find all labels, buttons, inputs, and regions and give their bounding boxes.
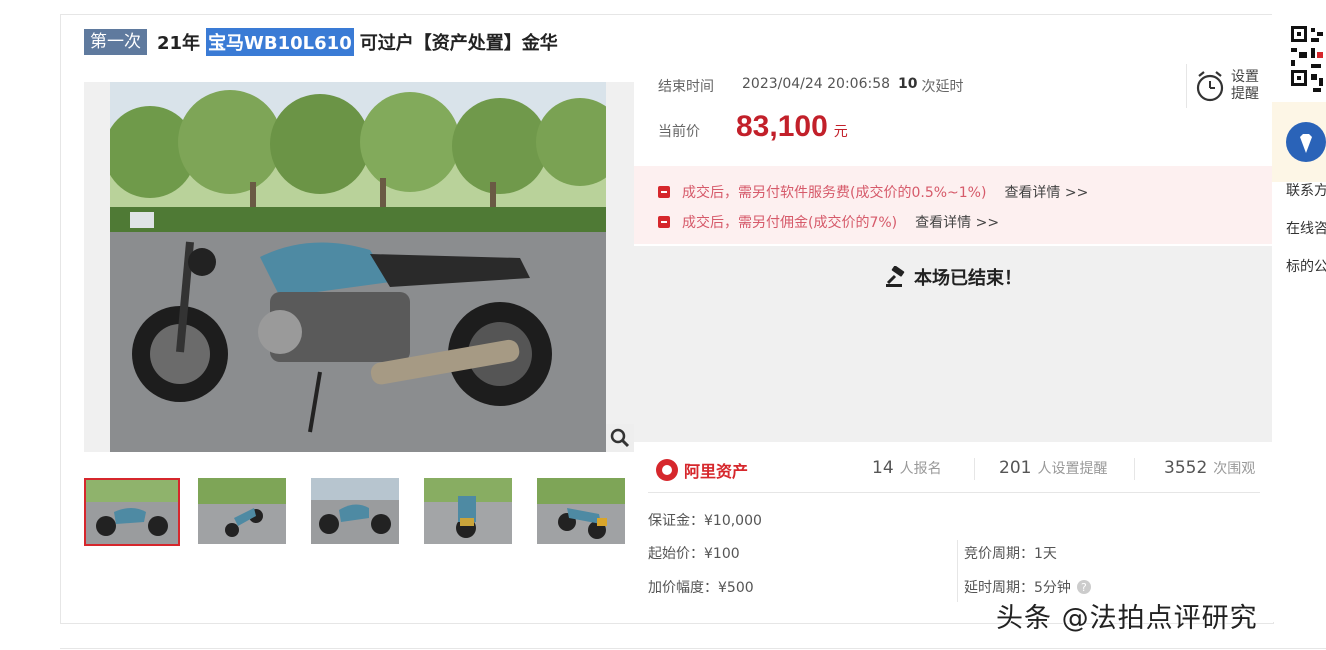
start-price: 起始价：¥100 bbox=[648, 546, 740, 562]
thumbnail[interactable] bbox=[537, 478, 625, 544]
end-time-row: 结束时间 2023/04/24 20:06:58 10 次延时 bbox=[658, 76, 964, 96]
magnifier-icon bbox=[610, 428, 630, 448]
watermark: 头条 @法拍点评研究 bbox=[996, 603, 1258, 634]
round-badge: 第一次 bbox=[84, 29, 147, 55]
fee-detail-link[interactable]: 查看详情 >> bbox=[915, 212, 999, 232]
divider bbox=[60, 648, 1326, 649]
title-text: 21年 宝马WB10L610 可过户【资产处置】金华 bbox=[157, 28, 558, 56]
ali-assets-logo-icon bbox=[656, 459, 678, 481]
stat-registered: 14 人报名 bbox=[872, 458, 942, 478]
fee-icon bbox=[658, 216, 670, 228]
delay-cycle: 延时周期：5分钟 bbox=[964, 580, 1071, 596]
platform-name: 阿里资产 bbox=[684, 462, 749, 481]
title-prefix: 21年 bbox=[157, 33, 201, 54]
alarm-clock-icon bbox=[1196, 71, 1224, 102]
title-highlight: 宝马WB10L610 bbox=[206, 28, 354, 56]
end-time-value: 2023/04/24 20:06:58 bbox=[742, 76, 891, 92]
title-suffix: 可过户【资产处置】金华 bbox=[359, 33, 558, 54]
auction-status-box: 本场已结束！ bbox=[634, 246, 1272, 442]
thumbnail-strip bbox=[84, 478, 650, 550]
sidebar-item-announcement[interactable]: 标的公 bbox=[1286, 256, 1326, 276]
bid-cycle: 竞价周期：1天 bbox=[964, 546, 1057, 562]
delay-cycle-row: 延时周期：5分钟 ? bbox=[964, 577, 1091, 597]
main-photo[interactable] bbox=[84, 82, 634, 452]
stats-row: 阿里资产 14 人报名 201 人设置提醒 3552 次围观 bbox=[648, 446, 1260, 493]
divider bbox=[957, 540, 958, 602]
fee-icon bbox=[658, 186, 670, 198]
reminder-label: 设置提醒 bbox=[1231, 69, 1259, 102]
qr-code-icon bbox=[1285, 18, 1326, 102]
deposit: 保证金：¥10,000 bbox=[648, 513, 762, 529]
sidebar-item-contact[interactable]: 联系方 bbox=[1286, 180, 1326, 200]
thumbnail[interactable] bbox=[84, 478, 180, 546]
ended-text: 本场已结束！ bbox=[914, 268, 1022, 289]
current-price-value: 83,100 bbox=[736, 110, 828, 143]
gavel-icon bbox=[886, 266, 905, 287]
divider bbox=[974, 458, 975, 480]
thumbnail[interactable] bbox=[198, 478, 286, 544]
delay-count: 10 bbox=[898, 76, 918, 92]
sidebar-item-consult[interactable]: 在线咨 bbox=[1286, 218, 1326, 238]
divider bbox=[1134, 458, 1135, 480]
customer-service-icon[interactable] bbox=[1286, 122, 1326, 162]
fee-text: 成交后，需另付佣金(成交价的7%) bbox=[682, 215, 898, 231]
help-icon[interactable]: ? bbox=[1076, 580, 1091, 594]
currency-unit: 元 bbox=[833, 124, 848, 140]
fee-text: 成交后，需另付软件服务费(成交价的0.5%~1%) bbox=[682, 185, 987, 201]
auction-ended-status: 本场已结束！ bbox=[634, 264, 1272, 290]
stat-views: 3552 次围观 bbox=[1164, 458, 1256, 478]
auction-info: 结束时间 2023/04/24 20:06:58 10 次延时 当前价 83,1… bbox=[634, 60, 1272, 164]
motorcycle-photo bbox=[110, 82, 606, 452]
end-time-label: 结束时间 bbox=[658, 79, 714, 95]
fee-notice: 成交后，需另付软件服务费(成交价的0.5%~1%) 查看详情 >> bbox=[658, 182, 1088, 202]
fee-notice-box: 成交后，需另付软件服务费(成交价的0.5%~1%) 查看详情 >> 成交后，需另… bbox=[634, 166, 1272, 244]
platform-logo: 阿里资产 bbox=[656, 458, 748, 482]
bid-increment: 加价幅度：¥500 bbox=[648, 580, 754, 596]
fee-detail-link[interactable]: 查看详情 >> bbox=[1004, 182, 1088, 202]
set-reminder-button[interactable]: 设置提醒 bbox=[1186, 64, 1263, 108]
fee-notice: 成交后，需另付佣金(成交价的7%) 查看详情 >> bbox=[658, 212, 999, 232]
current-price-row: 当前价 83,100 元 bbox=[658, 110, 848, 144]
current-price-label: 当前价 bbox=[658, 124, 700, 140]
stat-reminders: 201 人设置提醒 bbox=[999, 458, 1108, 478]
delay-label: 次延时 bbox=[921, 79, 964, 95]
zoom-button[interactable] bbox=[606, 424, 634, 452]
listing-title: 第一次 21年 宝马WB10L610 可过户【资产处置】金华 bbox=[84, 28, 558, 56]
thumbnail[interactable] bbox=[311, 478, 399, 544]
qr-code bbox=[1285, 18, 1326, 102]
thumbnail[interactable] bbox=[424, 478, 512, 544]
